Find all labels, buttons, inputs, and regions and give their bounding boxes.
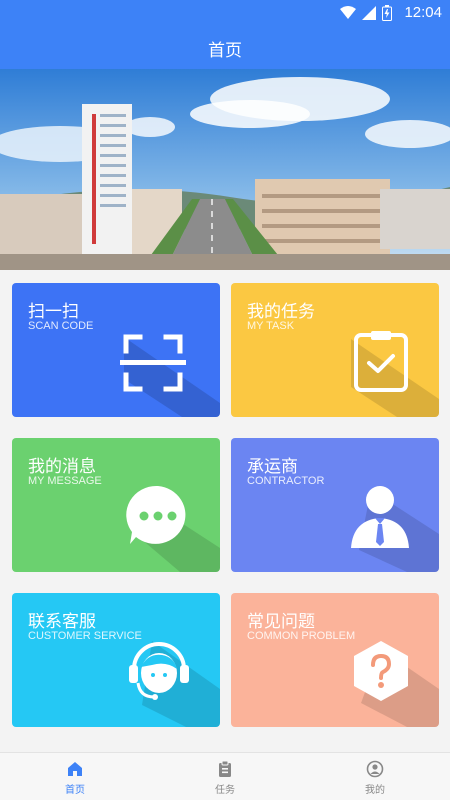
- home-icon: [68, 762, 82, 776]
- my-task-card[interactable]: 我的任务 MY TASK: [231, 283, 439, 417]
- bottom-nav: 首页 任务 我的: [0, 752, 450, 800]
- businessman-icon: [351, 486, 409, 548]
- card-title: 我的消息: [28, 457, 96, 477]
- card-subtitle: CONTRACTOR: [247, 475, 325, 487]
- nav-item-mine[interactable]: 我的: [300, 753, 450, 800]
- status-icons: [340, 5, 392, 21]
- card-title: 联系客服: [28, 612, 96, 632]
- headset-agent-icon: [129, 642, 189, 700]
- scan-code-card[interactable]: 扫一扫 SCAN CODE: [12, 283, 220, 417]
- my-message-card[interactable]: 我的消息 MY MESSAGE: [12, 438, 220, 572]
- user-circle-icon: [366, 760, 384, 778]
- status-time: 12:04: [404, 4, 442, 21]
- card-subtitle: CUSTOMER SERVICE: [28, 630, 142, 642]
- chat-bubble-icon: [126, 485, 186, 544]
- card-subtitle: MY TASK: [247, 320, 295, 332]
- nav-item-task[interactable]: 任务: [150, 753, 300, 800]
- contractor-card[interactable]: 承运商 CONTRACTOR: [231, 438, 439, 572]
- common-problem-card[interactable]: 常见问题 COMMON PROBLEM: [231, 593, 439, 727]
- card-subtitle: MY MESSAGE: [28, 475, 102, 487]
- nav-label: 任务: [215, 785, 235, 796]
- banner-image: [0, 69, 450, 270]
- card-subtitle: SCAN CODE: [28, 320, 94, 332]
- nav-label: 首页: [65, 785, 85, 796]
- customer-service-card[interactable]: 联系客服 CUSTOMER SERVICE: [12, 593, 220, 727]
- card-title: 常见问题: [247, 612, 315, 632]
- clipboard-check-icon: [354, 331, 408, 392]
- card-title: 我的任务: [247, 302, 315, 322]
- scan-icon: [120, 334, 186, 392]
- battery-icon: [382, 5, 392, 21]
- wifi-icon: [340, 6, 356, 19]
- banner-carousel[interactable]: [0, 69, 450, 270]
- page-title: 首页: [208, 41, 242, 61]
- nav-label: 我的: [365, 785, 385, 796]
- card-title: 扫一扫: [28, 302, 79, 322]
- signal-icon: [362, 6, 376, 20]
- app-header: 12:04 首页: [0, 0, 450, 69]
- clipboard-icon: [219, 760, 231, 777]
- status-bar: 12:04: [0, 0, 450, 26]
- nav-item-home[interactable]: 首页: [0, 753, 150, 800]
- card-title: 承运商: [247, 457, 298, 477]
- question-hexagon-icon: [354, 641, 408, 701]
- card-subtitle: COMMON PROBLEM: [247, 630, 356, 642]
